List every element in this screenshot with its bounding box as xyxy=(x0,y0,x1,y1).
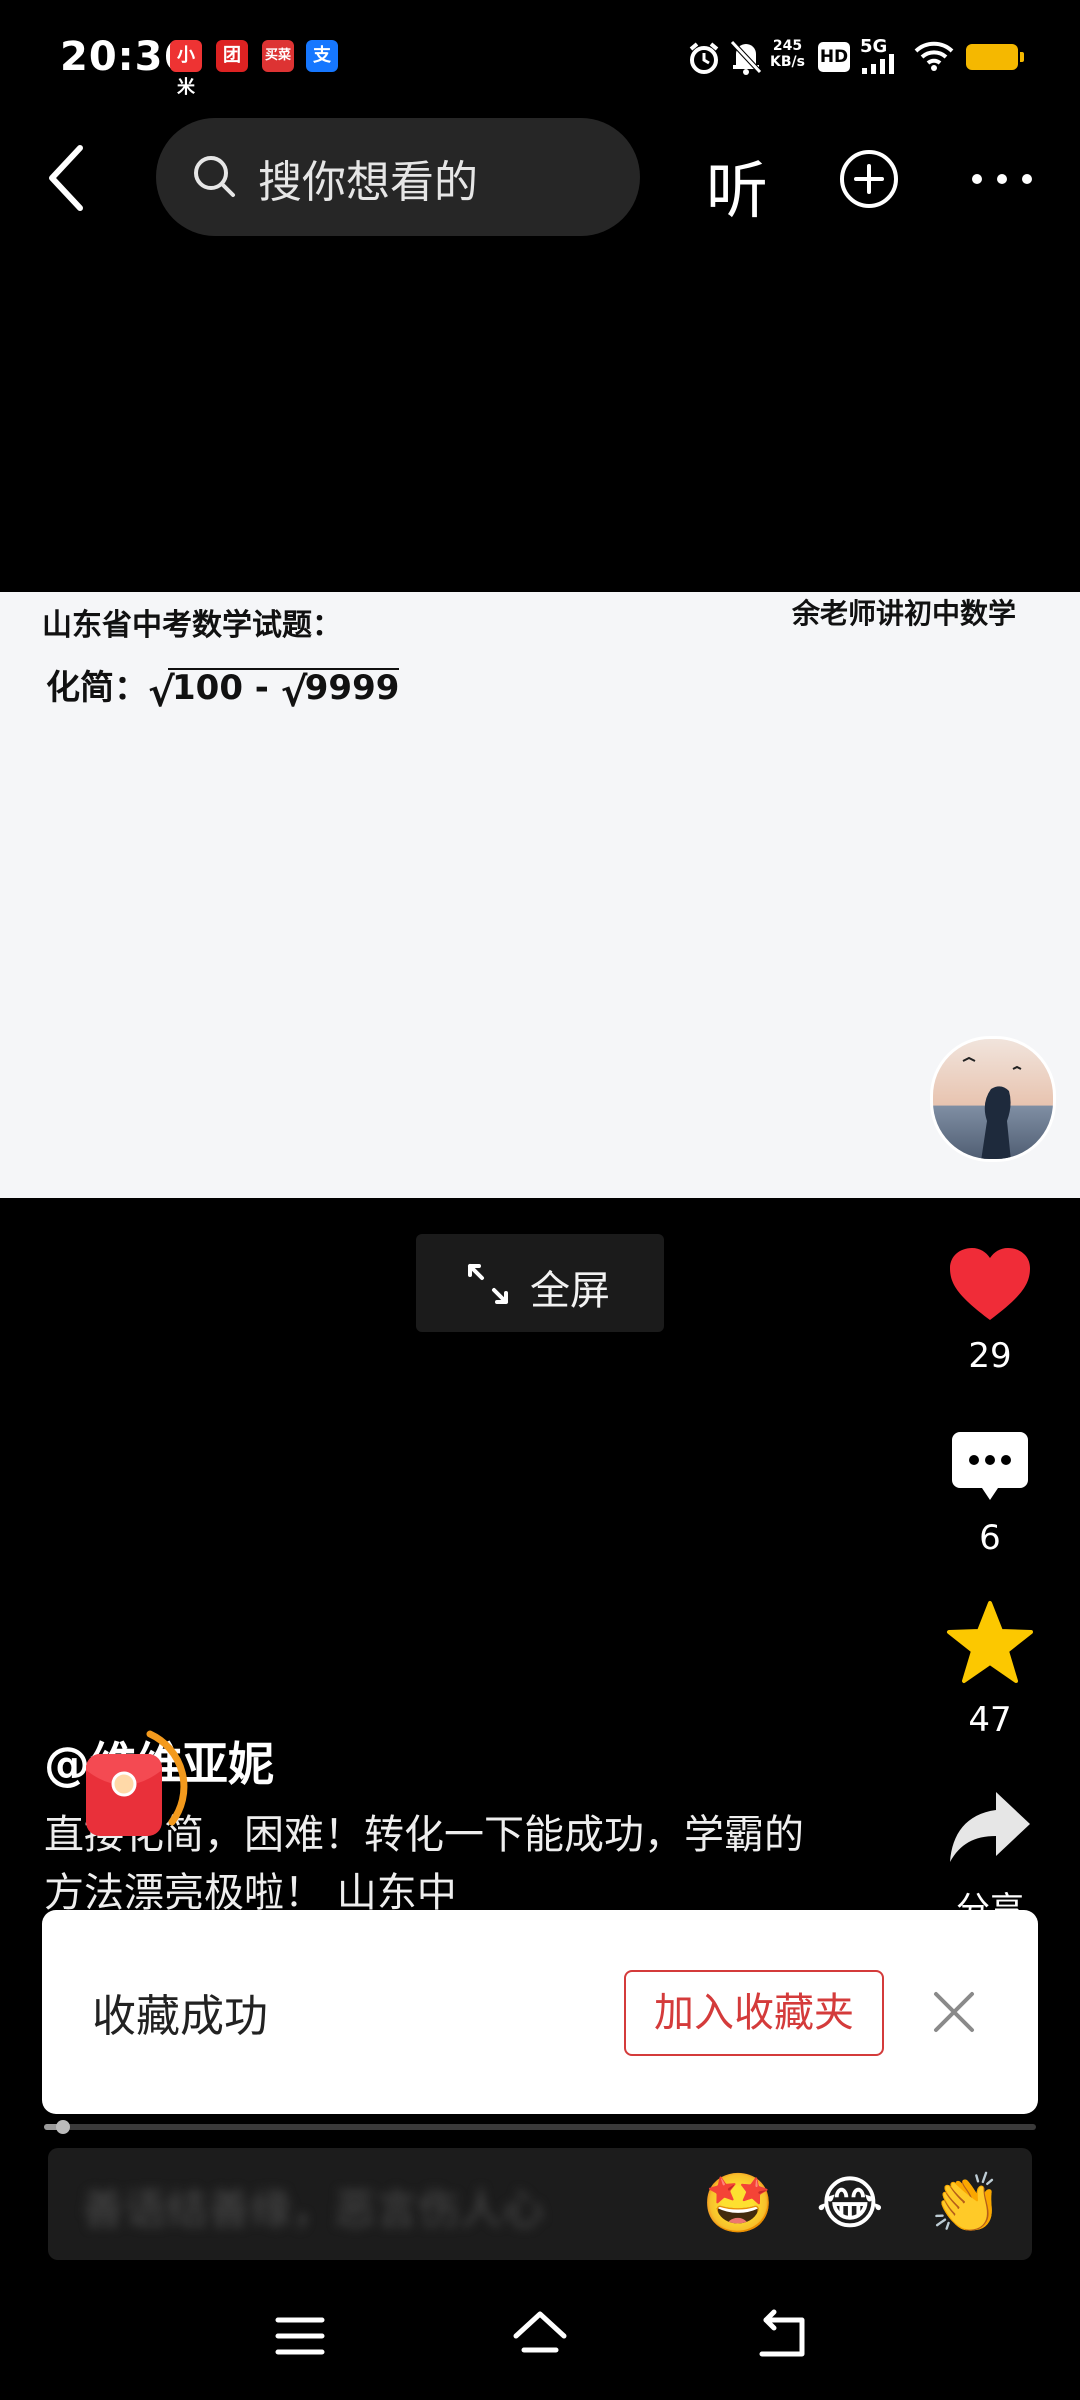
speed-unit: KB/s xyxy=(770,54,805,70)
avatar-image xyxy=(933,1039,1053,1159)
expand-icon xyxy=(468,1264,508,1304)
video-watermark: 余老师讲初中数学 xyxy=(792,597,1017,630)
share-arrow-icon[interactable] xyxy=(948,1788,1032,1866)
like-count: 29 xyxy=(968,1336,1012,1376)
red-packet-icon[interactable] xyxy=(72,1720,212,1860)
inner-radicand: 9999 xyxy=(304,668,400,708)
add-circle-icon[interactable] xyxy=(838,148,900,210)
xiaomi-app-icon: 小米 xyxy=(170,40,202,98)
inner-radical: √ 9999 xyxy=(280,668,400,716)
alarm-icon xyxy=(689,42,719,74)
search-placeholder: 搜你想看的 xyxy=(258,157,478,208)
maicai-app-icon: 买菜 xyxy=(262,40,294,72)
emoji-laugh-cry[interactable]: 😂 xyxy=(816,2170,884,2236)
wifi-icon xyxy=(914,41,954,71)
video-expression: 化简： √ 100 - √ 9999 xyxy=(46,660,400,716)
outer-radical: √ 100 - √ 9999 xyxy=(148,668,400,716)
mute-bell-icon xyxy=(730,40,762,75)
network-speed: 245 KB/s xyxy=(770,38,805,70)
comment-bubble-icon[interactable] xyxy=(950,1430,1030,1506)
comment-count: 6 xyxy=(979,1518,1001,1558)
like-heart-icon[interactable] xyxy=(948,1246,1032,1322)
video-progress-bar[interactable] xyxy=(44,2124,1036,2130)
favorite-count: 47 xyxy=(968,1700,1012,1740)
emoji-clap[interactable]: 👏 xyxy=(930,2170,1002,2236)
emoji-star-eyes[interactable]: 🤩 xyxy=(702,2170,774,2236)
alipay-app-icon: 支 xyxy=(306,40,338,72)
menu-icon[interactable] xyxy=(270,2306,330,2366)
fullscreen-label: 全屏 xyxy=(530,1268,610,1314)
hd-badge: HD xyxy=(818,42,850,72)
more-icon[interactable] xyxy=(970,172,1034,186)
add-to-folder-button[interactable]: 加入收藏夹 xyxy=(624,1970,884,2056)
close-icon[interactable] xyxy=(930,1988,978,2036)
video-title-text: 山东省中考数学试题： xyxy=(42,608,342,643)
home-icon[interactable] xyxy=(510,2306,570,2366)
back-nav-icon[interactable] xyxy=(752,2306,812,2366)
expression-prefix: 化简： xyxy=(46,668,148,708)
creator-avatar[interactable] xyxy=(930,1036,1056,1162)
back-arrow-icon[interactable] xyxy=(40,140,100,216)
speed-value: 245 xyxy=(772,38,803,54)
toast-message: 收藏成功 xyxy=(92,1991,268,2042)
tuan-app-icon: 团 xyxy=(216,40,248,72)
progress-knob[interactable] xyxy=(56,2120,70,2134)
comment-placeholder: 善语结善缘，恶言伤人心 xyxy=(82,2185,545,2234)
favorite-star-icon[interactable] xyxy=(946,1600,1034,1684)
status-bar: 20:36 小米 团 买菜 支 245 KB/s HD 5G xyxy=(0,0,1080,110)
search-icon xyxy=(194,156,235,197)
outer-radicand: 100 - xyxy=(172,668,281,708)
battery-icon xyxy=(966,44,1024,70)
listen-button[interactable]: 听 xyxy=(706,140,768,230)
signal-bars-icon xyxy=(862,54,894,74)
